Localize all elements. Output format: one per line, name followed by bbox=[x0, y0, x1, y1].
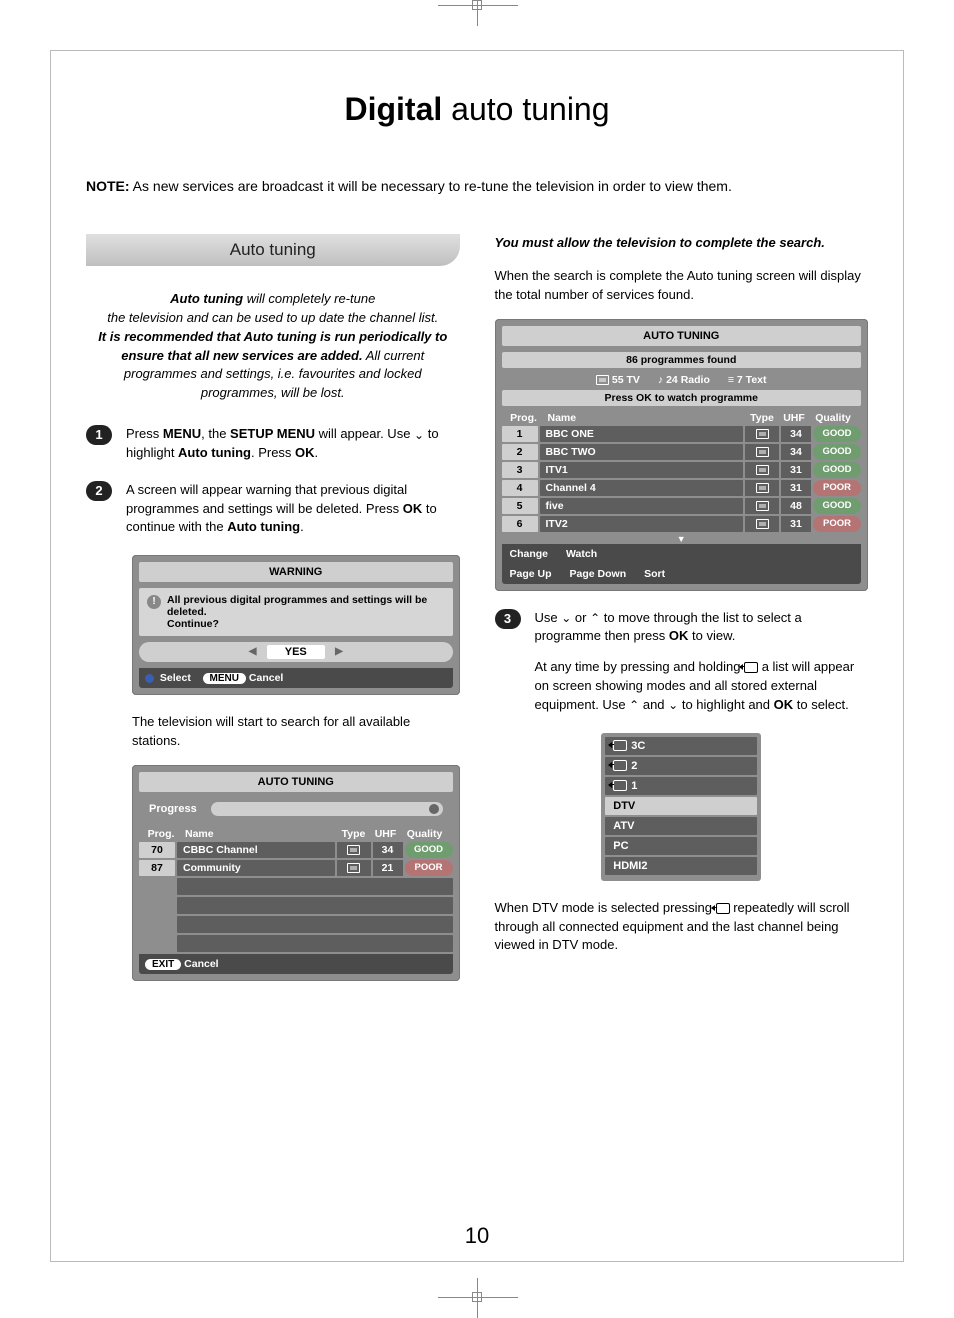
progress-osd: AUTO TUNING Progress Prog. Name Type UHF… bbox=[132, 765, 460, 981]
table-row[interactable]: 70CBBC Channel34GOOD bbox=[139, 842, 453, 858]
note-text: NOTE: As new services are broadcast it w… bbox=[86, 178, 868, 194]
registration-mark-bottom bbox=[472, 1292, 482, 1302]
registration-mark-top bbox=[472, 0, 482, 10]
progress-bar bbox=[211, 802, 443, 816]
tv-icon bbox=[347, 845, 360, 855]
source-item[interactable]: HDMI2 bbox=[605, 857, 757, 875]
tv-icon bbox=[756, 519, 769, 529]
arrow-right-icon: ▶ bbox=[335, 646, 343, 657]
table-row[interactable]: 87Community21POOR bbox=[139, 860, 453, 876]
programmes-found: 86 programmes found bbox=[502, 352, 862, 368]
menu-pill: MENU bbox=[203, 673, 246, 684]
table-row[interactable]: 6ITV231POOR bbox=[502, 516, 862, 532]
tv-icon bbox=[347, 863, 360, 873]
input-icon bbox=[613, 780, 627, 791]
dtv-mode-note: When DTV mode is selected pressing repea… bbox=[495, 899, 869, 956]
step-3: 3 Use ⌄ or ⌃ to move through the list to… bbox=[495, 609, 869, 715]
warning-osd: WARNING ! All previous digital programme… bbox=[132, 555, 460, 695]
table-row bbox=[139, 916, 453, 933]
tv-icon bbox=[756, 429, 769, 439]
search-complete-note: You must allow the television to complet… bbox=[495, 234, 869, 253]
source-item[interactable]: DTV bbox=[605, 797, 757, 815]
yes-option[interactable]: ◀ YES ▶ bbox=[139, 642, 453, 662]
step-number-2: 2 bbox=[86, 481, 112, 501]
page-title: Digital auto tuning bbox=[86, 91, 868, 128]
input-icon bbox=[613, 740, 627, 751]
table-row bbox=[139, 878, 453, 895]
table-row[interactable]: 2BBC TWO34GOOD bbox=[502, 444, 862, 460]
press-ok-hint: Press OK to watch programme bbox=[502, 390, 862, 406]
step-number-1: 1 bbox=[86, 425, 112, 445]
source-item[interactable]: ATV bbox=[605, 817, 757, 835]
table-row bbox=[139, 935, 453, 952]
source-list-osd: ▲ 3C21DTVATVPCHDMI2 ▼ bbox=[601, 733, 761, 881]
source-item[interactable]: 1 bbox=[605, 777, 757, 795]
tv-icon bbox=[756, 465, 769, 475]
results-footer: Change Watch Page Up Page Down Sort bbox=[502, 544, 862, 584]
ok-dot-icon bbox=[145, 674, 154, 683]
progress-table-header: Prog. Name Type UHF Quality bbox=[139, 826, 453, 842]
radio-icon: ♪ bbox=[658, 374, 663, 386]
table-row[interactable]: 4Channel 431POOR bbox=[502, 480, 862, 496]
exit-pill: EXIT bbox=[145, 959, 181, 970]
left-column: Auto tuning Auto tuning will completely … bbox=[86, 234, 460, 999]
scroll-down-icon: ▼ bbox=[676, 880, 686, 891]
step-number-3: 3 bbox=[495, 609, 521, 629]
scroll-up-icon: ▲ bbox=[676, 724, 686, 735]
tv-icon bbox=[756, 483, 769, 493]
input-icon bbox=[613, 760, 627, 771]
tv-icon bbox=[596, 375, 609, 385]
scroll-down-icon: ▼ bbox=[502, 534, 862, 544]
text-icon: ≡ bbox=[728, 374, 734, 386]
results-title: AUTO TUNING bbox=[502, 326, 862, 346]
section-header: Auto tuning bbox=[86, 234, 460, 266]
step-1: 1 Press MENU, the SETUP MENU will appear… bbox=[86, 425, 460, 463]
page-number: 10 bbox=[465, 1223, 489, 1249]
right-column: You must allow the television to complet… bbox=[495, 234, 869, 999]
tv-icon bbox=[756, 501, 769, 511]
table-row[interactable]: 1BBC ONE34GOOD bbox=[502, 426, 862, 442]
input-icon bbox=[716, 903, 730, 914]
warning-footer: Select MENU Cancel bbox=[139, 668, 453, 688]
manual-page: Digital auto tuning NOTE: As new service… bbox=[50, 50, 904, 1262]
step-2: 2 A screen will appear warning that prev… bbox=[86, 481, 460, 538]
tv-icon bbox=[756, 447, 769, 457]
search-complete-desc: When the search is complete the Auto tun… bbox=[495, 267, 869, 305]
caret-up-icon: ⌃ bbox=[629, 699, 639, 711]
caret-down-icon: ⌄ bbox=[561, 612, 571, 624]
progress-footer: EXIT Cancel bbox=[139, 954, 453, 974]
caret-up-icon: ⌃ bbox=[590, 612, 600, 624]
results-osd: AUTO TUNING 86 programmes found 55 TV ♪ … bbox=[495, 319, 869, 591]
warning-message: ! All previous digital programmes and se… bbox=[139, 588, 453, 636]
warning-title: WARNING bbox=[139, 562, 453, 582]
results-table-header: Prog. Name Type UHF Quality bbox=[502, 410, 862, 426]
table-row[interactable]: 5five48GOOD bbox=[502, 498, 862, 514]
progress-bar-row: Progress bbox=[139, 798, 453, 826]
intro-paragraph: Auto tuning will completely re-tune the … bbox=[86, 290, 460, 403]
input-icon bbox=[744, 662, 758, 673]
warning-icon: ! bbox=[147, 595, 161, 609]
source-item[interactable]: PC bbox=[605, 837, 757, 855]
table-row bbox=[139, 897, 453, 914]
source-item[interactable]: 3C bbox=[605, 737, 757, 755]
type-summary: 55 TV ♪ 24 Radio ≡ 7 Text bbox=[502, 372, 862, 390]
arrow-left-icon: ◀ bbox=[249, 646, 257, 657]
table-row[interactable]: 3ITV131GOOD bbox=[502, 462, 862, 478]
caret-down-icon: ⌄ bbox=[668, 699, 678, 711]
caret-down-icon: ⌄ bbox=[414, 429, 424, 441]
source-item[interactable]: 2 bbox=[605, 757, 757, 775]
progress-title: AUTO TUNING bbox=[139, 772, 453, 792]
post-warning-text: The television will start to search for … bbox=[132, 713, 460, 751]
